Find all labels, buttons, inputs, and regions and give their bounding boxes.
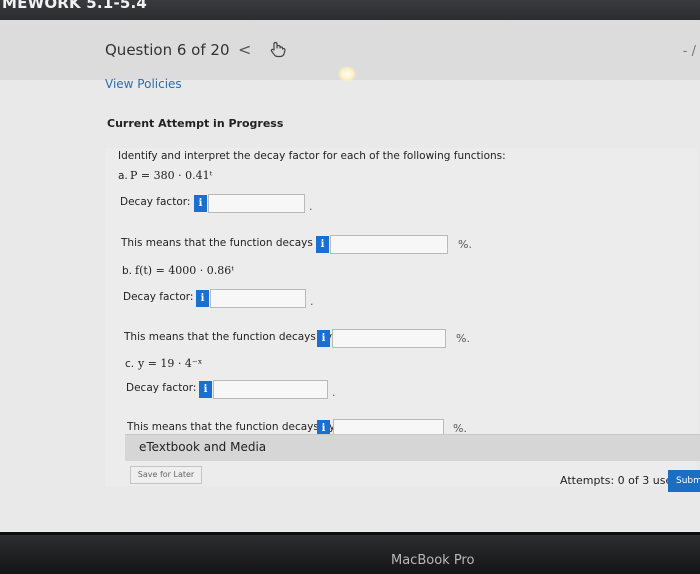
pointer-hand-icon — [270, 41, 286, 58]
instructions-text: Identify and interpret the decay factor … — [118, 150, 506, 162]
part-b-function: f(t) = 4000 · 0.86ᵗ — [135, 264, 234, 277]
part-b-decay-period: . — [310, 295, 314, 308]
part-b-decay-info-icon[interactable]: i — [196, 290, 209, 307]
screen-glare — [338, 66, 356, 82]
top-right-marker: - / — [682, 44, 696, 59]
screen: Question 6 of 20 < - / View Policies Cur… — [0, 20, 700, 532]
part-c-label: c. — [125, 358, 135, 370]
part-a-percent-field[interactable] — [330, 235, 448, 254]
part-b-label: b. — [122, 265, 133, 277]
part-c-function: y = 19 · 4⁻ˣ — [138, 357, 203, 370]
part-a-means-label: This means that the function decays by — [121, 237, 330, 249]
part-a-label: a. — [118, 170, 128, 182]
part-a-decay-label: Decay factor: — [120, 196, 191, 208]
attempts-counter: Attempts: 0 of 3 used — [560, 474, 680, 487]
submit-answer-button[interactable]: Submit — [668, 470, 700, 492]
attempt-heading: Current Attempt in Progress — [107, 117, 284, 130]
part-c-decay-info-icon[interactable]: i — [199, 381, 212, 398]
part-b-percent-suffix: %. — [456, 332, 470, 345]
part-c-means-label: This means that the function decays by — [127, 421, 336, 433]
part-c-decay-period: . — [332, 386, 336, 399]
assignment-title: MEWORK 5.1-5.4 — [2, 0, 148, 12]
laptop-bezel — [0, 532, 700, 574]
part-b-means-label: This means that the function decays by — [124, 331, 333, 343]
part-a-percent-suffix: %. — [458, 238, 472, 251]
part-a-decay-period: . — [309, 200, 313, 213]
part-c-decay-field[interactable] — [213, 380, 328, 399]
part-a-function: P = 380 · 0.41ᵗ — [130, 169, 213, 182]
part-a-decay-field[interactable] — [208, 194, 305, 213]
etextbook-label: eTextbook and Media — [139, 440, 267, 454]
part-b-decay-field[interactable] — [210, 289, 306, 308]
part-b-decay-label: Decay factor: — [123, 291, 194, 303]
top-bezel-strip: MEWORK 5.1-5.4 — [0, 0, 700, 22]
question-title: Question 6 of 20 — [105, 41, 230, 59]
view-policies-link[interactable]: View Policies — [105, 77, 182, 91]
part-b-percent-field[interactable] — [332, 329, 446, 348]
bezel-brand-label: MacBook Pro — [391, 553, 475, 568]
bezel-edge — [0, 532, 700, 535]
part-a-percent-info-icon[interactable]: i — [316, 236, 329, 253]
etextbook-and-media-toggle[interactable]: eTextbook and Media — [125, 434, 700, 461]
save-for-later-button[interactable]: Save for Later — [130, 466, 202, 484]
previous-question-button[interactable]: < — [238, 40, 251, 59]
part-a-decay-info-icon[interactable]: i — [194, 195, 207, 212]
part-b-percent-info-icon[interactable]: i — [317, 330, 330, 347]
part-c-decay-label: Decay factor: — [126, 382, 197, 394]
